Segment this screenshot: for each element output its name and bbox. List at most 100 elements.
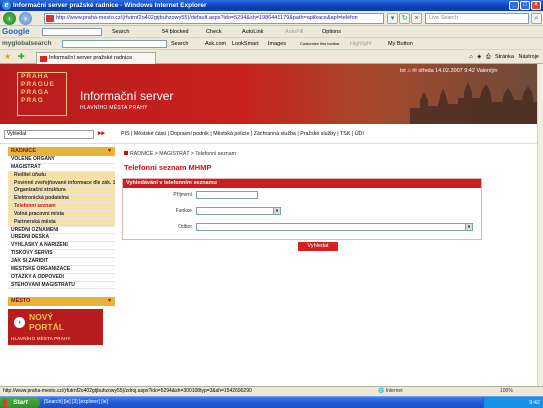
link-mestska-policie[interactable]: Městská policie [213, 131, 249, 137]
page-icon [46, 15, 54, 22]
tools-menu[interactable]: Nástroje [519, 54, 539, 60]
sidebar-head2-label: MĚSTO [11, 298, 31, 305]
chevron-down-icon: ▼ [273, 208, 280, 214]
system-tray: 9:42 [483, 397, 543, 408]
maximize-button[interactable]: □ [520, 1, 530, 10]
breadcrumb[interactable]: RADNICE > MAGISTRÁT > Telefonní seznam [124, 151, 236, 157]
images-link[interactable]: Images [268, 38, 286, 50]
vertical-scrollbar[interactable] [537, 64, 543, 386]
top-navigation: Vyhledat ▸▸ PIS | Městské části | Doprav… [0, 124, 537, 144]
highlight-button[interactable]: Highlight [350, 38, 371, 50]
home-site-icon[interactable]: ⌂ [407, 68, 410, 74]
check-button[interactable]: Check [206, 26, 222, 38]
sidebar-head-mesto[interactable]: MĚSTO ▾ [8, 297, 115, 307]
ask-link[interactable]: Ask.com [205, 38, 226, 50]
sidebar-item[interactable]: JAK SI ZAŘÍDIT [8, 258, 115, 266]
print-icon[interactable]: ⎙ [486, 54, 490, 60]
forward-button[interactable]: › [19, 12, 32, 25]
sidebar-item[interactable]: ÚŘEDNÍ OZNÁMENÍ [8, 227, 115, 235]
home-icon[interactable]: ⌂ [469, 54, 472, 60]
function-label: Funkce [175, 208, 192, 214]
mysearch-button[interactable]: Search [171, 38, 188, 50]
taskbar-items[interactable]: [Search] [ie] [3] [explorer] [ie] [44, 399, 108, 405]
google-search-button[interactable]: Search [112, 26, 129, 38]
options-button[interactable]: Options [322, 26, 341, 38]
ie-icon: e [2, 1, 11, 10]
link-udi[interactable]: ÚDI [355, 131, 364, 137]
ie-window: e Informační server pražské radnice - Wi… [0, 0, 543, 408]
address-field[interactable]: http://www.praha-mesto.cz/(rfutrnf2o402g… [44, 13, 384, 24]
address-url: http://www.praha-mesto.cz/(rfutrnf2o402g… [56, 15, 358, 21]
praha-word-2: PRAGUE [21, 81, 55, 88]
breadcrumb-text: RADNICE > MAGISTRÁT > Telefonní seznam [130, 151, 236, 157]
novy-portal-banner[interactable]: › NOVÝ PORTÁL HLAVNÍHO MĚSTA PRAHY [8, 309, 103, 346]
sidebar-item[interactable]: Volná pracovní místa [8, 210, 115, 219]
taskbar: Start [Search] [ie] [3] [explorer] [ie] … [0, 396, 543, 408]
autofill-button[interactable]: AutoFill [285, 26, 303, 38]
sidebar-item[interactable]: VYHLÁŠKY A NAŘÍZENÍ [8, 242, 115, 251]
link-prazske-sluzby[interactable]: Pražské služby [300, 131, 336, 137]
sidebar-item[interactable]: Elektronická podatelna [8, 195, 115, 204]
chevron-down-icon: ▾ [107, 298, 111, 305]
popup-blocked[interactable]: 54 blocked [162, 26, 189, 38]
minimize-button[interactable]: _ [509, 1, 519, 10]
add-favorite-icon[interactable]: ✚ [18, 52, 25, 61]
back-button[interactable]: ‹ [3, 12, 16, 25]
refresh-icon[interactable]: ↻ [399, 13, 410, 24]
praha-logo[interactable]: PRAHA PRAGUE PRAGA PRAG [17, 72, 67, 116]
page-viewport: PRAHA PRAGUE PRAGA PRAG Informační serve… [0, 64, 537, 386]
link-dopravni-podnik[interactable]: Dopravní podnik [170, 131, 209, 137]
sidebar-item[interactable]: Ředitel úřadu [8, 171, 115, 180]
site-search-arrow-icon[interactable]: ▸▸ [98, 129, 105, 137]
sidebar-item[interactable]: VOLENÉ ORGÁNY [8, 156, 115, 164]
mybutton-link[interactable]: My Button [388, 38, 413, 50]
page-menu[interactable]: Stránka [495, 54, 514, 60]
sidebar-item[interactable]: MĚSTSKÉ ORGANIZACE [8, 266, 115, 274]
favorites-star-icon[interactable]: ★ [4, 52, 11, 61]
stop-icon[interactable]: × [411, 13, 422, 24]
status-bar: http://www.praha-mesto.cz/(rfutrnf2o402g… [0, 386, 543, 396]
sidebar-item[interactable]: Organizační struktura [8, 187, 115, 196]
close-button[interactable]: × [531, 1, 541, 10]
link-mestske-casti[interactable]: Městské části [134, 131, 166, 137]
zoom-level[interactable]: 100% [500, 387, 513, 396]
department-select[interactable]: ▼ [196, 223, 473, 231]
txt-icon[interactable]: txt [400, 68, 406, 74]
sidebar-item[interactable]: STĚHOVÁNÍ MAGISTRÁTU [8, 282, 115, 290]
surname-field[interactable] [196, 191, 258, 199]
customize-link[interactable]: Customize this toolbar [300, 38, 340, 50]
sidebar-head-label: RADNICE [11, 148, 37, 154]
google-search-input[interactable] [42, 28, 102, 36]
google-logo: Google [2, 27, 30, 36]
function-select[interactable]: ▼ [196, 207, 281, 215]
address-row: ‹ › http://www.praha-mesto.cz/(rfutrnf2o… [0, 11, 543, 26]
title-bar[interactable]: e Informační server pražské radnice - Wi… [0, 0, 543, 11]
link-zachranna-sluzba[interactable]: Záchranná služba [254, 131, 296, 137]
sidebar-item[interactable]: Telefonní seznam [8, 203, 115, 211]
link-tsk[interactable]: TSK [340, 131, 350, 137]
search-toolbar: myglobalsearch Search Ask.com LookSmart … [0, 38, 543, 50]
sidebar-item[interactable]: TISKOVÝ SERVIS [8, 250, 115, 258]
search-icon[interactable]: ⌕ [531, 13, 542, 24]
sidebar-item[interactable]: Partnerská města [8, 218, 115, 227]
start-button[interactable]: Start [0, 397, 40, 408]
sidebar-item[interactable]: MAGISTRÁT [8, 164, 115, 172]
sidebar-head-radnice[interactable]: RADNICE ▾ [8, 147, 115, 156]
banner-line3: HLAVNÍHO MĚSTA PRAHY [11, 336, 71, 342]
link-pis[interactable]: PIS [121, 131, 130, 137]
sidebar-item[interactable]: Povinně zveřejňované informace dle zák. … [8, 179, 115, 188]
security-zone: 🌐 Internet [378, 388, 403, 394]
site-search-input[interactable]: Vyhledat [4, 130, 94, 139]
feeds-icon[interactable]: ◈ [477, 54, 481, 60]
tab-page[interactable]: Informační server pražské radnice [36, 52, 156, 64]
looksmart-link[interactable]: LookSmart [232, 38, 259, 50]
autolink-button[interactable]: AutoLink [242, 26, 263, 38]
search-button[interactable]: Vyhledat [298, 242, 338, 251]
dropdown-icon[interactable]: ▾ [387, 13, 398, 24]
sidebar-item[interactable]: ÚŘEDNÍ DESKA [8, 234, 115, 243]
sidebar-item[interactable]: OTÁZKY A ODPOVĚDI [8, 274, 115, 282]
site-title: Informační server [80, 89, 174, 103]
mysearch-input[interactable] [62, 40, 167, 48]
mail-icon[interactable]: ✉ [412, 68, 417, 74]
live-search-input[interactable]: Live Search [425, 13, 529, 24]
